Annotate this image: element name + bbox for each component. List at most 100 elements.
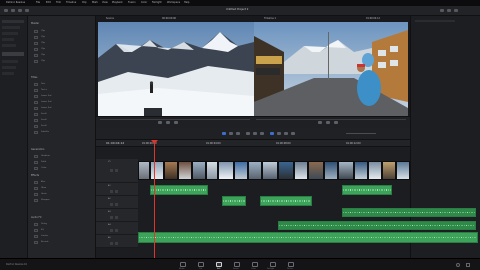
mute-icon[interactable] <box>110 229 113 232</box>
list-item[interactable]: Sharpen <box>34 198 92 202</box>
metadata-icon[interactable] <box>447 9 451 12</box>
video-clip[interactable] <box>368 161 382 180</box>
list-item[interactable]: Lower 3rd <box>34 106 92 110</box>
list-item[interactable]: Color <box>34 166 92 170</box>
overwrite-clip-icon[interactable] <box>253 132 257 135</box>
video-clip[interactable] <box>150 161 164 180</box>
video-clip[interactable] <box>262 161 278 180</box>
zoom-slider[interactable] <box>346 133 376 134</box>
sidebar-item-audio-transitions[interactable] <box>2 32 18 35</box>
video-clip[interactable] <box>308 161 324 180</box>
lock-icon[interactable] <box>110 169 113 172</box>
video-clip[interactable] <box>324 161 338 180</box>
timeline-play-icon[interactable] <box>326 121 330 124</box>
list-item[interactable]: Solid <box>34 160 92 164</box>
video-clip[interactable] <box>278 161 294 180</box>
media-pool-icon[interactable] <box>4 9 8 12</box>
audio-clip[interactable] <box>222 196 246 206</box>
audio-clip[interactable] <box>278 221 476 230</box>
media-page-icon[interactable] <box>180 262 186 267</box>
list-item[interactable]: Clip <box>34 41 92 45</box>
mute-icon[interactable] <box>110 203 113 206</box>
list-item[interactable]: Blur <box>34 180 92 184</box>
sidebar-item-generators[interactable] <box>2 44 16 47</box>
video-clip[interactable] <box>138 161 150 180</box>
mute-icon[interactable] <box>110 242 113 245</box>
track-header-a5[interactable]: A5 <box>96 235 138 248</box>
audio-clip[interactable] <box>138 232 478 243</box>
sidebar-item-fusion-effects[interactable] <box>2 60 18 63</box>
track-header-a3[interactable]: A3 <box>96 209 138 222</box>
playhead[interactable] <box>154 140 155 258</box>
audio-clip[interactable] <box>150 185 208 195</box>
list-item[interactable]: Clip <box>34 29 92 33</box>
list-item[interactable]: Text <box>34 82 92 86</box>
prev-frame-icon[interactable] <box>158 121 162 124</box>
settings-icon[interactable] <box>466 263 470 267</box>
track-header-v1[interactable]: V1 <box>96 159 138 183</box>
mute-icon[interactable] <box>110 190 113 193</box>
source-viewer[interactable] <box>98 22 254 116</box>
list-item[interactable]: Gradient <box>34 154 92 158</box>
video-clip[interactable] <box>248 161 262 180</box>
list-item[interactable]: Grain <box>34 192 92 196</box>
track-header-a1[interactable]: A1 <box>96 183 138 196</box>
audio-clip[interactable] <box>260 196 312 206</box>
fusion-page-icon[interactable] <box>234 262 240 267</box>
video-clip[interactable] <box>218 161 234 180</box>
edit-page-icon[interactable] <box>216 262 222 267</box>
list-item[interactable]: Limiter <box>34 234 92 238</box>
solo-icon[interactable] <box>115 203 118 206</box>
blade-tool-icon[interactable] <box>236 132 240 135</box>
sidebar-item-titles[interactable] <box>2 38 14 41</box>
list-item[interactable]: EQ <box>34 228 92 232</box>
source-scrubber[interactable] <box>100 119 250 120</box>
sidebar-item-audio-fx[interactable] <box>2 72 14 75</box>
list-item[interactable]: Clip <box>34 47 92 51</box>
sidebar-item-video-transitions[interactable] <box>2 26 20 29</box>
video-clip[interactable] <box>382 161 396 180</box>
solo-icon[interactable] <box>115 216 118 219</box>
home-icon[interactable] <box>456 263 460 267</box>
list-item[interactable]: Delay <box>34 222 92 226</box>
snapping-icon[interactable] <box>270 132 274 135</box>
deliver-page-icon[interactable] <box>288 262 294 267</box>
solo-icon[interactable] <box>115 242 118 245</box>
edit-index-icon[interactable] <box>18 9 22 12</box>
effects-library-icon[interactable] <box>11 9 15 12</box>
video-clip[interactable] <box>294 161 308 180</box>
fairlight-page-icon[interactable] <box>270 262 276 267</box>
video-clip[interactable] <box>338 161 354 180</box>
timeline-ruler[interactable]: 01:00:04:12 01:00:00:00 01:00:04:00 01:0… <box>96 140 410 147</box>
insert-clip-icon[interactable] <box>246 132 250 135</box>
list-item[interactable]: Glow <box>34 186 92 190</box>
video-clip[interactable] <box>234 161 248 180</box>
sidebar-item-openfx[interactable] <box>2 66 16 69</box>
list-item[interactable]: Lower 3rd <box>34 94 92 98</box>
list-item[interactable]: Clip <box>34 59 92 63</box>
list-item[interactable]: Subtitle <box>34 130 92 134</box>
video-clip[interactable] <box>192 161 206 180</box>
next-frame-icon[interactable] <box>174 121 178 124</box>
list-item[interactable]: Lower 3rd <box>34 100 92 104</box>
audio-clip[interactable] <box>342 185 392 195</box>
replace-clip-icon[interactable] <box>260 132 264 135</box>
selection-tool-icon[interactable] <box>222 132 226 135</box>
list-item[interactable]: Scroll <box>34 124 92 128</box>
list-item[interactable]: Text+ <box>34 88 92 92</box>
video-clip[interactable] <box>178 161 192 180</box>
track-header-a4[interactable]: A4 <box>96 222 138 235</box>
list-item[interactable]: Scroll <box>34 118 92 122</box>
timeline-prev-icon[interactable] <box>318 121 322 124</box>
trim-tool-icon[interactable] <box>229 132 233 135</box>
mute-icon[interactable] <box>110 216 113 219</box>
sidebar-item-toolbox[interactable] <box>2 20 24 23</box>
timeline-viewer[interactable] <box>254 22 408 116</box>
color-page-icon[interactable] <box>252 262 258 267</box>
timeline-next-icon[interactable] <box>334 121 338 124</box>
list-item[interactable]: Clip <box>34 53 92 57</box>
track-header-a2[interactable]: A2 <box>96 196 138 209</box>
video-clip[interactable] <box>164 161 178 180</box>
video-clip[interactable] <box>396 161 410 180</box>
mixer-icon[interactable] <box>440 9 444 12</box>
